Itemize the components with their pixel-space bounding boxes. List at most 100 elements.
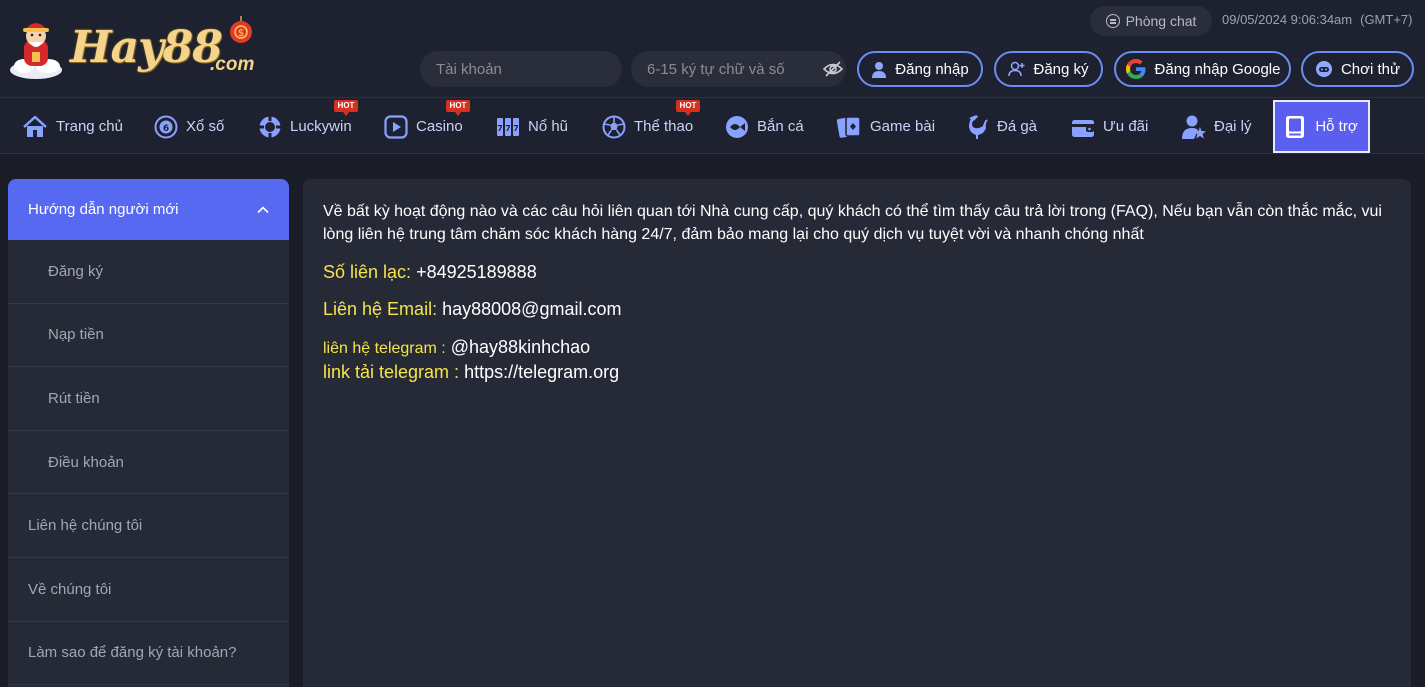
- help-sidebar: Hướng dẫn người mới Đăng ký Nạp tiền Rút…: [8, 179, 289, 687]
- telegram-label: liên hệ telegram :: [323, 340, 446, 357]
- telegram-link-value[interactable]: https://telegram.org: [464, 362, 619, 382]
- nav-item-support[interactable]: Hỗ trợ: [1273, 100, 1370, 153]
- svg-text:6: 6: [163, 124, 169, 134]
- fish-icon: [726, 115, 748, 138]
- soccer-icon: [602, 115, 626, 138]
- agent-icon: [1182, 115, 1206, 139]
- sidebar-item-withdraw[interactable]: Rút tiền: [8, 367, 289, 431]
- sidebar-item-register[interactable]: Đăng ký: [8, 240, 289, 304]
- nav-label: Đại lý: [1214, 118, 1252, 135]
- server-clock: 09/05/2024 9:06:34am (GMT+7): [1222, 12, 1412, 27]
- hot-badge: HOT: [446, 100, 470, 116]
- toggle-password-visibility-icon[interactable]: [823, 60, 843, 78]
- login-button[interactable]: Đăng nhập: [857, 51, 983, 87]
- chat-room-label: Phòng chat: [1125, 13, 1197, 29]
- hot-badge: HOT: [676, 100, 700, 116]
- trial-play-label: Chơi thử: [1340, 60, 1401, 78]
- sidebar-item-contact-us[interactable]: Liên hệ chúng tôi: [8, 494, 289, 558]
- support-content-panel: Về bất kỳ hoạt động nào và các câu hỏi l…: [303, 179, 1411, 687]
- red-envelope-icon: $: [230, 16, 252, 43]
- nav-label: Casino: [416, 118, 463, 135]
- slot-icon: 7 7 7: [497, 117, 519, 136]
- chip-icon: [259, 115, 281, 138]
- lottery-icon: 6: [154, 115, 178, 138]
- nav-item-cockfight[interactable]: Đá gà: [965, 98, 1037, 155]
- svg-text:$: $: [238, 28, 244, 39]
- nav-label: Xổ số: [186, 118, 225, 135]
- nav-label: Hỗ trợ: [1315, 118, 1358, 135]
- sidebar-item-label: Rút tiền: [48, 389, 100, 407]
- chevron-up-icon: [257, 205, 269, 213]
- nav-item-home[interactable]: Trang chủ: [22, 98, 123, 155]
- cards-icon: [836, 115, 861, 138]
- chat-icon: [1105, 14, 1120, 28]
- gift-icon: [1072, 119, 1094, 137]
- sidebar-item-label: Về chúng tôi: [28, 580, 112, 598]
- timezone: (GMT+7): [1360, 12, 1413, 27]
- login-label: Đăng nhập: [895, 60, 969, 78]
- phone-value[interactable]: +84925189888: [416, 262, 537, 282]
- nav-item-casino[interactable]: Casino HOT: [384, 98, 470, 155]
- mascot-icon: [10, 23, 62, 79]
- sidebar-item-label: Đăng ký: [48, 262, 104, 280]
- telegram-link-line: link tải telegram : https://telegram.org: [323, 362, 1393, 383]
- nav-item-luckywin[interactable]: Luckywin HOT: [258, 98, 358, 155]
- email-label: Liên hệ Email:: [323, 299, 438, 319]
- sidebar-item-label: Liên hệ chúng tôi: [28, 517, 143, 535]
- email-value[interactable]: hay88008@gmail.com: [442, 299, 621, 319]
- nav-item-fishing[interactable]: Bắn cá: [725, 98, 804, 155]
- sidebar-item-about-us[interactable]: Về chúng tôi: [8, 558, 289, 622]
- brand-name: Hay88: [70, 22, 223, 73]
- sidebar-item-label: Làm sao để đăng ký tài khoản?: [28, 644, 237, 662]
- svg-text:7: 7: [505, 124, 511, 133]
- datetime: 09/05/2024 9:06:34am: [1222, 12, 1353, 27]
- home-icon: [23, 115, 47, 137]
- username-input[interactable]: [420, 51, 622, 87]
- sidebar-item-terms[interactable]: Điều khoản: [8, 431, 289, 495]
- nav-item-lottery[interactable]: 6 Xổ số: [154, 98, 224, 155]
- play-icon: [384, 114, 408, 139]
- sidebar-section-newbie-guide[interactable]: Hướng dẫn người mới: [8, 179, 289, 240]
- user-icon: [872, 61, 887, 78]
- hot-badge: HOT: [334, 100, 358, 116]
- nav-label: Đá gà: [997, 118, 1038, 135]
- nav-item-agent[interactable]: Đại lý: [1182, 98, 1252, 155]
- nav-item-sports[interactable]: Thể thao HOT: [602, 98, 700, 155]
- intro-text: Về bất kỳ hoạt động nào và các câu hỏi l…: [323, 203, 1382, 243]
- trial-play-button[interactable]: Chơi thử: [1301, 51, 1414, 87]
- gamepad-icon: [1315, 61, 1332, 77]
- rooster-icon: [969, 114, 988, 139]
- google-login-label: Đăng nhập Google: [1154, 60, 1281, 78]
- header: Hay88 .com $ Phòng chat 09/05/2024 9:06:…: [0, 0, 1425, 97]
- sidebar-item-label: Nạp tiền: [48, 326, 104, 344]
- sidebar-item-label: Điều khoản: [48, 453, 124, 471]
- nav-item-card-games[interactable]: Game bài: [836, 98, 935, 155]
- telegram-value[interactable]: @hay88kinhchao: [451, 337, 590, 357]
- sidebar-section-title: Hướng dẫn người mới: [28, 201, 179, 218]
- nav-label: Luckywin: [290, 118, 352, 135]
- sidebar-item-deposit[interactable]: Nạp tiền: [8, 304, 289, 368]
- nav-item-promotions[interactable]: Ưu đãi: [1071, 98, 1148, 155]
- support-book-icon: [1286, 115, 1305, 138]
- add-user-icon: [1008, 61, 1025, 77]
- phone-line: Số liên lạc: +84925189888: [323, 262, 1393, 283]
- nav-item-slots[interactable]: 7 7 7 Nổ hũ: [496, 98, 568, 155]
- sidebar-item-how-to-register[interactable]: Làm sao để đăng ký tài khoản?: [8, 622, 289, 686]
- register-label: Đăng ký: [1033, 60, 1089, 78]
- phone-label: Số liên lạc:: [323, 262, 412, 282]
- nav-label: Trang chủ: [56, 118, 123, 135]
- nav-label: Bắn cá: [757, 118, 804, 135]
- nav-label: Game bài: [870, 118, 936, 135]
- password-input[interactable]: [631, 51, 846, 87]
- google-login-button[interactable]: Đăng nhập Google: [1114, 51, 1291, 87]
- email-line: Liên hệ Email: hay88008@gmail.com: [323, 299, 1393, 320]
- site-logo[interactable]: Hay88 .com $: [10, 14, 262, 84]
- telegram-line: liên hệ telegram : @hay88kinhchao: [323, 337, 1393, 358]
- nav-label: Ưu đãi: [1103, 118, 1149, 135]
- telegram-link-label: link tải telegram :: [323, 362, 460, 382]
- nav-label: Nổ hũ: [528, 118, 569, 135]
- register-button[interactable]: Đăng ký: [994, 51, 1103, 87]
- chat-room-button[interactable]: Phòng chat: [1090, 6, 1212, 36]
- brand-suffix: .com: [210, 54, 255, 75]
- svg-text:7: 7: [513, 124, 519, 133]
